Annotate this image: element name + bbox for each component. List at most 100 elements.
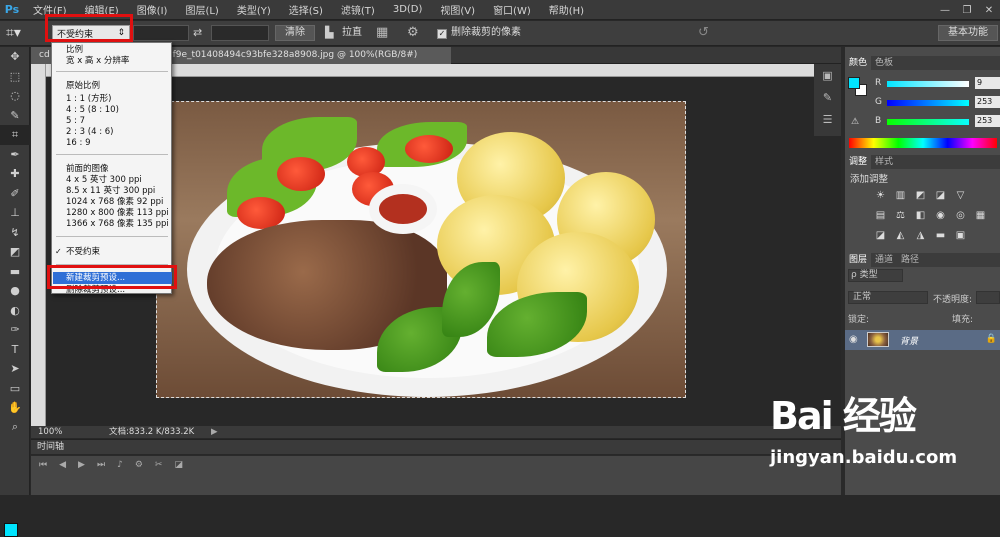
dd-unconstrained[interactable]: 不受约束 <box>66 247 100 257</box>
menu-view[interactable]: 视图(V) <box>431 2 484 17</box>
close-icon[interactable]: ✕ <box>978 0 1000 20</box>
menu-3d[interactable]: 3D(D) <box>384 4 432 15</box>
hand-tool-icon[interactable]: ✋ <box>0 398 30 418</box>
split-icon[interactable]: ✂ <box>155 460 163 470</box>
dd-1280x800[interactable]: 1280 x 800 像素 113 ppi <box>66 208 169 218</box>
gamut-warning-icon[interactable]: ⚠ <box>851 117 859 127</box>
pen-tool-icon[interactable]: ✑ <box>0 320 30 340</box>
slider-b-value[interactable]: 253 <box>975 115 1000 127</box>
hue-saturation-icon[interactable]: ▤ <box>875 210 886 221</box>
menu-help[interactable]: 帮助(H) <box>540 2 593 17</box>
color-spectrum[interactable] <box>849 138 997 148</box>
grid-overlay-icon[interactable]: ▦ <box>376 25 392 41</box>
stamp-tool-icon[interactable]: ⊥ <box>0 203 30 223</box>
transition-icon[interactable]: ◪ <box>174 460 183 470</box>
eyedropper-tool-icon[interactable]: ✒ <box>0 145 30 165</box>
foreground-color-swatch[interactable] <box>848 77 860 89</box>
visibility-eye-icon[interactable]: ◉ <box>849 334 858 345</box>
shape-tool-icon[interactable]: ▭ <box>0 379 30 399</box>
brush-tool-icon[interactable]: ✐ <box>0 184 30 204</box>
posterize-icon[interactable]: ◭ <box>895 230 906 241</box>
delete-cropped-label[interactable]: 删除裁剪的像素 <box>451 25 521 41</box>
straighten-icon[interactable]: ▙ <box>325 25 339 41</box>
minimize-icon[interactable]: — <box>934 0 956 20</box>
layer-name[interactable]: 背景 <box>900 334 918 347</box>
levels-icon[interactable]: ▥ <box>895 190 906 201</box>
lasso-tool-icon[interactable]: ◌ <box>0 86 30 106</box>
foreground-color-swatch[interactable] <box>4 523 18 537</box>
vibrance-icon[interactable]: ▽ <box>955 190 966 201</box>
tab-color[interactable]: 颜色 <box>845 56 872 70</box>
dd-1024x768[interactable]: 1024 x 768 像素 92 ppi <box>66 197 163 207</box>
crop-tool-icon[interactable]: ⌗▾ <box>6 23 30 43</box>
slider-g-bar[interactable] <box>887 100 969 106</box>
dd-ratio-5-7[interactable]: 5 : 7 <box>66 116 85 126</box>
dodge-tool-icon[interactable]: ◐ <box>0 301 30 321</box>
status-menu-arrow-icon[interactable]: ▶ <box>211 426 218 438</box>
curves-icon[interactable]: ◩ <box>915 190 926 201</box>
history-panel-icon[interactable]: ▣ <box>814 64 841 86</box>
dd-ratio-4-5[interactable]: 4 : 5 (8 : 10) <box>66 105 119 115</box>
slider-g-value[interactable]: 253 <box>975 96 1000 108</box>
dd-ratio-2-3[interactable]: 2 : 3 (4 : 6) <box>66 127 114 137</box>
layer-row-background[interactable]: ◉ 背景 🔒 <box>845 330 1000 350</box>
blend-mode-select[interactable]: 正常 <box>848 291 928 304</box>
tab-swatches[interactable]: 色板 <box>871 56 897 70</box>
threshold-icon[interactable]: ◮ <box>915 230 926 241</box>
dd-ratio-1-1[interactable]: 1 : 1 (方形) <box>66 94 111 104</box>
swap-icon[interactable]: ⇄ <box>193 25 207 41</box>
settings-gear-icon[interactable]: ⚙ <box>407 25 423 41</box>
exposure-icon[interactable]: ◪ <box>935 190 946 201</box>
audio-icon[interactable]: ♪ <box>117 460 123 470</box>
menu-window[interactable]: 窗口(W) <box>484 2 540 17</box>
dd-original-ratio[interactable]: 原始比例 <box>66 81 100 91</box>
type-tool-icon[interactable]: T <box>0 340 30 360</box>
zoom-tool-icon[interactable]: ⌕ <box>0 418 30 438</box>
dd-front-image[interactable]: 前面的图像 <box>66 164 109 174</box>
tab-styles[interactable]: 样式 <box>871 155 897 169</box>
invert-icon[interactable]: ◪ <box>875 230 886 241</box>
channel-mixer-icon[interactable]: ◎ <box>955 210 966 221</box>
next-frame-icon[interactable]: ⏭ <box>97 460 105 470</box>
dd-ratio-16-9[interactable]: 16 : 9 <box>66 138 91 148</box>
straighten-label[interactable]: 拉直 <box>342 25 362 41</box>
prev-frame-icon[interactable]: ◀ <box>59 460 66 470</box>
timeline-panel-header[interactable]: 时间轴 <box>31 439 841 454</box>
slider-r-value[interactable]: 9 <box>975 77 1000 89</box>
height-field[interactable] <box>211 25 269 41</box>
clear-button[interactable]: 清除 <box>275 25 315 41</box>
slider-b[interactable]: B 253 <box>875 115 1000 129</box>
quick-select-tool-icon[interactable]: ✎ <box>0 106 30 126</box>
dd-8-5x11-inch[interactable]: 8.5 x 11 英寸 300 ppi <box>66 186 155 196</box>
move-tool-icon[interactable]: ✥ <box>0 47 30 67</box>
food-photo[interactable] <box>156 101 686 398</box>
eraser-tool-icon[interactable]: ◩ <box>0 242 30 262</box>
menu-image[interactable]: 图像(I) <box>128 2 177 17</box>
photo-filter-icon[interactable]: ◉ <box>935 210 946 221</box>
zoom-level[interactable]: 100% <box>38 426 62 438</box>
width-field[interactable] <box>133 25 189 41</box>
settings-gear-icon[interactable]: ⚙ <box>135 460 143 470</box>
gradient-map-icon[interactable]: ▬ <box>935 230 946 241</box>
delete-cropped-checkbox[interactable]: ✓ <box>437 29 447 39</box>
first-frame-icon[interactable]: ⏮ <box>39 460 47 470</box>
dd-ratio-header[interactable]: 比例 <box>66 45 83 55</box>
dd-1366x768[interactable]: 1366 x 768 像素 135 ppi <box>66 219 169 229</box>
color-balance-icon[interactable]: ⚖ <box>895 210 906 221</box>
color-lookup-icon[interactable]: ▦ <box>975 210 986 221</box>
marquee-tool-icon[interactable]: ⬚ <box>0 67 30 87</box>
healing-tool-icon[interactable]: ✚ <box>0 164 30 184</box>
slider-r-bar[interactable] <box>887 81 969 87</box>
crop-tool-icon[interactable]: ⌗ <box>0 125 30 145</box>
tab-adjustments[interactable]: 调整 <box>845 155 872 169</box>
tab-paths[interactable]: 路径 <box>897 253 923 267</box>
tab-layers[interactable]: 图层 <box>845 253 872 267</box>
blur-tool-icon[interactable]: ● <box>0 281 30 301</box>
menu-filter[interactable]: 滤镜(T) <box>332 2 384 17</box>
slider-g[interactable]: G 253 <box>875 96 1000 110</box>
info-panel-icon[interactable]: ☰ <box>814 108 841 130</box>
menu-type[interactable]: 类型(Y) <box>228 2 280 17</box>
layer-filter-select[interactable]: ρ 类型 <box>848 269 903 282</box>
slider-r[interactable]: R 9 <box>875 77 1000 91</box>
brightness-icon[interactable]: ☀ <box>875 190 886 201</box>
